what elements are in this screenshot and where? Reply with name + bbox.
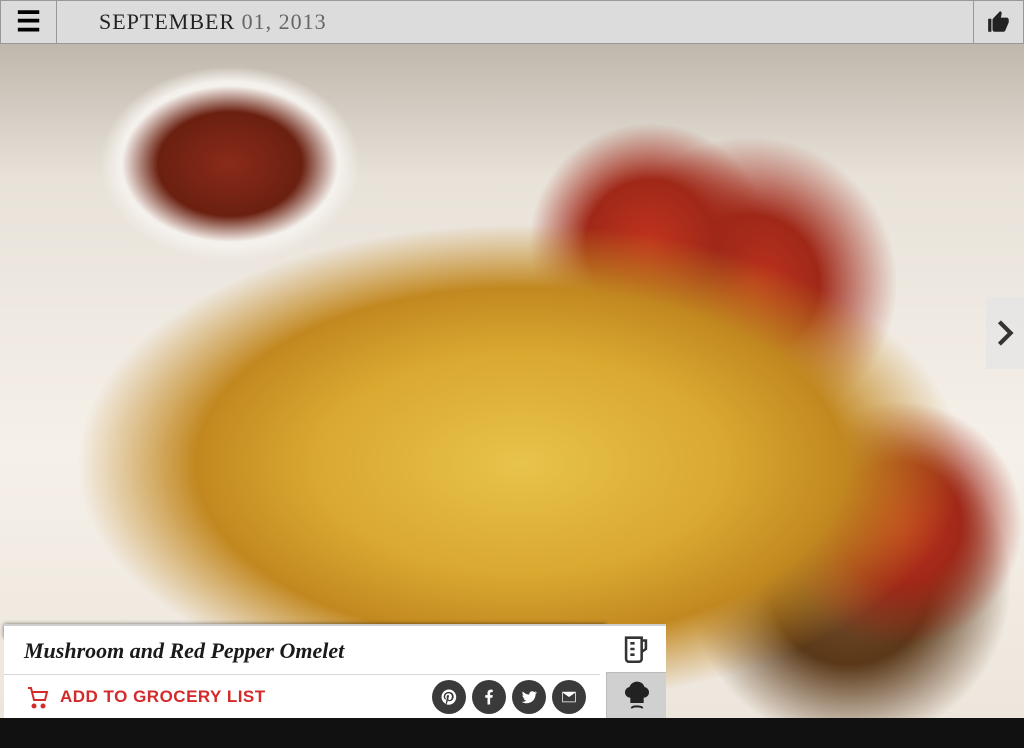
side-icons bbox=[606, 626, 666, 718]
menu-button[interactable]: ☰ bbox=[1, 0, 57, 44]
share-facebook[interactable] bbox=[472, 680, 506, 714]
email-icon bbox=[560, 688, 578, 706]
share-email[interactable] bbox=[552, 680, 586, 714]
chef-button[interactable] bbox=[606, 672, 666, 719]
add-to-grocery-button[interactable]: ADD TO GROCERY LIST bbox=[24, 685, 266, 709]
hero-image bbox=[0, 44, 1024, 718]
info-main: Mushroom and Red Pepper Omelet ADD TO GR… bbox=[4, 626, 606, 718]
measurements-button[interactable] bbox=[606, 626, 666, 672]
facebook-icon bbox=[480, 688, 498, 706]
measuring-cup-icon bbox=[619, 632, 653, 666]
next-button[interactable] bbox=[986, 297, 1024, 369]
share-pinterest[interactable] bbox=[432, 680, 466, 714]
twitter-icon bbox=[520, 688, 538, 706]
grocery-label: ADD TO GROCERY LIST bbox=[60, 687, 266, 707]
hamburger-icon: ☰ bbox=[16, 5, 41, 39]
date-month: SEPTEMBER bbox=[99, 9, 235, 34]
share-twitter[interactable] bbox=[512, 680, 546, 714]
info-panel: Mushroom and Red Pepper Omelet ADD TO GR… bbox=[4, 624, 666, 718]
date-label: SEPTEMBER 01, 2013 bbox=[57, 9, 973, 35]
recipe-title: Mushroom and Red Pepper Omelet bbox=[4, 626, 600, 675]
like-button[interactable] bbox=[973, 0, 1023, 44]
chevron-right-icon bbox=[996, 319, 1014, 347]
share-icons bbox=[432, 680, 586, 714]
cart-icon bbox=[24, 685, 50, 709]
bottom-strip bbox=[0, 718, 1024, 748]
action-row: ADD TO GROCERY LIST bbox=[4, 675, 606, 718]
pinterest-icon bbox=[440, 688, 458, 706]
top-bar: ☰ SEPTEMBER 01, 2013 bbox=[0, 0, 1024, 44]
date-rest: 01, 2013 bbox=[235, 9, 327, 34]
chef-hat-icon bbox=[621, 679, 653, 711]
thumbs-up-icon bbox=[985, 9, 1013, 35]
